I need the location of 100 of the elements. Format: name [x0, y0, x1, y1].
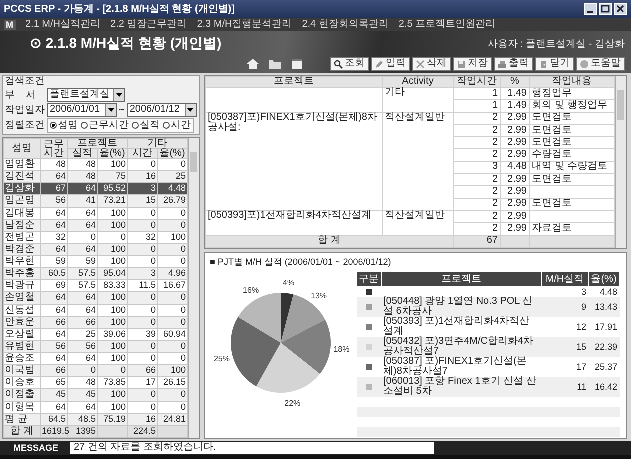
table-cell: 9	[542, 297, 588, 317]
table-row[interactable]: 남정순 64 64 100 0 0	[4, 219, 188, 232]
table-row[interactable]: 신동섭 64 64 100 0 0	[4, 304, 188, 316]
toolbar-button[interactable]: 조회	[330, 57, 369, 71]
table-cell: 25.37	[588, 357, 620, 377]
table-row[interactable]: 이국범 66 0 0 66 100	[4, 364, 188, 377]
table-cell: 2.99	[500, 124, 530, 137]
date-picker[interactable]: 2006/01/12	[126, 103, 197, 117]
table-cell: 0	[128, 207, 158, 220]
table-cell: 0	[128, 304, 158, 316]
chart-title: ■ PJT별 M/H 실적 (2006/01/01 ~ 2006/01/12)	[210, 256, 392, 269]
toolbar-button[interactable]: 저장	[453, 57, 492, 71]
table-cell: 적산설계일반	[385, 210, 445, 221]
radio-option[interactable]: 근무시간	[81, 118, 129, 132]
table-row[interactable]: 박주홍 60.5 57.5 95.04 3 4.96	[4, 268, 188, 280]
table-row[interactable]: 유병현 56 56 100 0 0	[4, 340, 188, 352]
table-row[interactable]: 손영철 64 64 100 0 0	[4, 292, 188, 304]
home-icon[interactable]	[246, 58, 260, 70]
table-cell: 17	[542, 357, 588, 377]
column-header: 작업내용	[530, 76, 614, 88]
table-row[interactable]: 김대봉 64 64 100 0 0	[4, 207, 188, 220]
table-cell: [060013] 포항 Finex 1호기 신설 산소설비 5차	[384, 376, 536, 397]
table-cell: 2	[454, 198, 500, 210]
table-row[interactable]: 김상화 67 64 95.52 3 4.48	[4, 182, 188, 195]
table-cell: 100	[98, 304, 128, 316]
column-header: %	[500, 76, 530, 88]
toolbar-button[interactable]: 출력	[494, 57, 533, 71]
table-row[interactable]: 전병곤 32 0 0 32 100	[4, 231, 188, 244]
menu-item[interactable]: 2.1 M/H실적관리	[26, 18, 101, 31]
table-cell: 67	[454, 235, 500, 248]
table-cell: 32	[40, 231, 68, 244]
scrollbar[interactable]	[615, 76, 626, 248]
column-header: 작업시간	[454, 76, 500, 88]
table-cell: 자료검토	[532, 222, 572, 234]
menu-item[interactable]: 2.4 현장회의록관리	[302, 18, 389, 31]
toolbar-button[interactable]: 닫기	[535, 57, 574, 71]
column-header: 기타	[128, 138, 188, 148]
department-dropdown[interactable]: 플랜트설계실	[47, 88, 125, 102]
table-cell: 김대봉	[4, 207, 40, 220]
table-cell: 2.99	[500, 174, 530, 186]
table-cell: [050393] 포)1선재합리화4차적산설계	[384, 316, 530, 337]
radio-option[interactable]: 시간	[163, 118, 191, 132]
maximize-icon[interactable]	[599, 3, 612, 15]
table-row[interactable]: 오상렬 64 25 39.06 39 60.94	[4, 328, 188, 340]
table-cell: 2.99	[500, 222, 530, 236]
menu-item[interactable]: 2.5 프로젝트인원관리	[398, 18, 496, 31]
table-row[interactable]: 안효운 66 66 100 0 0	[4, 316, 188, 328]
table-cell: 임곤명	[4, 194, 40, 207]
printer-icon	[498, 60, 507, 68]
slice-label: 22%	[284, 398, 301, 408]
door-icon	[539, 60, 548, 68]
menu-item[interactable]: 2.3 M/H집행분석관리	[197, 18, 292, 31]
table-cell: 100	[98, 401, 128, 414]
table-cell: 평 균	[4, 413, 40, 426]
table-cell: 기타	[385, 87, 405, 98]
table-row[interactable]: 박경준 64 64 100 0 0	[4, 243, 188, 256]
message-label: MESSAGE	[12, 443, 60, 453]
column-header: 프로젝트	[206, 76, 382, 88]
table-cell: 2	[454, 186, 500, 198]
range-separator: ~	[119, 104, 125, 116]
folder-icon[interactable]	[268, 58, 282, 70]
table-row[interactable]: 김진석 64 48 75 16 25	[4, 170, 188, 183]
table-cell: 김상화	[4, 182, 40, 195]
window-title: PCCS ERP - 가동계 - [2.1.8 M/H실적 현황 (개인별)]	[4, 3, 236, 16]
table-cell: 64	[68, 207, 98, 220]
minimize-icon[interactable]	[584, 3, 597, 15]
radio-option[interactable]: 실적	[132, 118, 160, 132]
table-cell: 1	[454, 88, 500, 100]
slice-label: 25%	[214, 354, 230, 364]
table-cell: 2	[454, 148, 500, 162]
table-cell: [050387]포)FINEX1호기신설(본체)8차공사설:	[208, 112, 378, 133]
table-cell: 32	[128, 231, 158, 244]
toolbar-button[interactable]: 도움말	[576, 57, 625, 71]
search-icon	[334, 60, 343, 68]
table-cell: 2.99	[500, 198, 530, 210]
radio-option[interactable]: 성명	[50, 118, 78, 132]
table-cell: 이형목	[4, 401, 40, 414]
table-cell: 15	[542, 337, 588, 357]
close-icon[interactable]	[614, 3, 627, 15]
toolbar-button[interactable]: 삭제	[412, 57, 451, 71]
menu-item[interactable]: 2.2 명장근무관리	[110, 18, 188, 31]
table-row[interactable]: 임곤명 56 41 73.21 15 26.79	[4, 194, 188, 207]
window-icon[interactable]	[290, 58, 304, 70]
table-row[interactable]: 평 균 64.5 48.5 75.19 16 24.81	[4, 413, 188, 426]
close-icon	[416, 60, 425, 68]
table-row[interactable]: 이정출 45 45 100 0 0	[4, 388, 188, 401]
app-logo: M	[4, 20, 16, 30]
table-cell: 1.49	[500, 88, 530, 100]
scrollbar[interactable]	[188, 138, 199, 438]
column-header: 프로젝트	[382, 272, 542, 286]
table-cell: 100	[98, 207, 128, 220]
column-header: 율(%)	[588, 272, 620, 286]
caret-icon	[116, 92, 122, 98]
column-header: M/H실적	[542, 272, 588, 286]
table-cell: 행정업무	[532, 88, 572, 99]
toolbar-button[interactable]: 입력	[371, 57, 410, 71]
date-picker[interactable]: 2006/01/01	[47, 103, 117, 117]
table-cell: 2.99	[500, 148, 530, 162]
total-label: 합 계	[206, 235, 454, 248]
table-row[interactable]: 이형목 64 64 100 0 0	[4, 401, 188, 414]
